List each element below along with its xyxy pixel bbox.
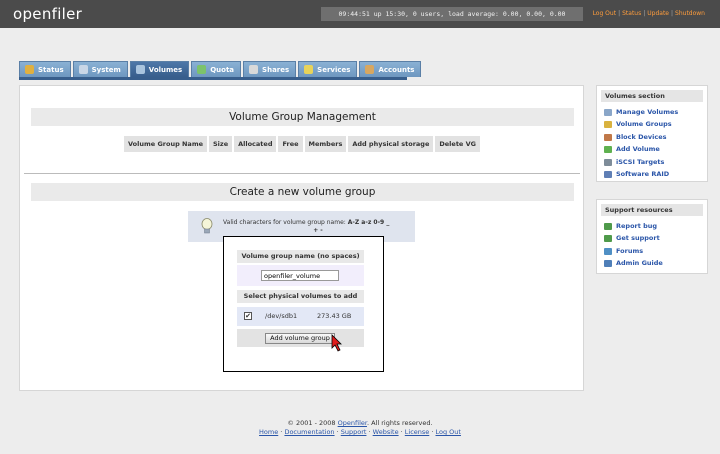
volumes-section-box: Volumes section Manage Volumes Volume Gr… xyxy=(596,85,708,182)
pv-device: /dev/sdb1 xyxy=(265,312,298,320)
footer-links: Home · Documentation · Support · Website… xyxy=(259,428,461,436)
update-link[interactable]: Update xyxy=(647,10,669,17)
system-status-text: 09:44:51 up 15:30, 0 users, load average… xyxy=(321,7,583,21)
accounts-icon xyxy=(365,65,375,74)
tab-system[interactable]: System xyxy=(72,61,128,77)
create-vg-title: Create a new volume group xyxy=(31,183,574,201)
volume-groups-icon xyxy=(604,121,612,129)
iscsi-targets-icon xyxy=(604,158,612,166)
top-links: Log Out | Status | Update | Shutdown xyxy=(592,10,705,17)
footer-logout-link[interactable]: Log Out xyxy=(436,428,461,436)
add-volume-group-button[interactable]: Add volume group xyxy=(265,333,335,344)
footer: © 2001 - 2008 Openfiler. All rights rese… xyxy=(0,419,720,437)
pv-row: ✔ /dev/sdb1 273.43 GB xyxy=(237,307,364,326)
col-delete-vg: Delete VG xyxy=(435,136,480,152)
shares-icon xyxy=(249,65,259,74)
add-volume-icon xyxy=(604,146,612,154)
footer-website-link[interactable]: Website xyxy=(373,428,399,436)
sidebar-item-manage-volumes[interactable]: Manage Volumes xyxy=(597,106,707,118)
vg-table-header: Volume Group Name Size Allocated Free Me… xyxy=(124,136,480,152)
col-vg-name: Volume Group Name xyxy=(124,136,207,152)
volumes-icon xyxy=(135,65,145,74)
sidebar-item-volume-groups[interactable]: Volume Groups xyxy=(597,118,707,130)
sidebar-item-block-devices[interactable]: Block Devices xyxy=(597,131,707,143)
support-resources-title: Support resources xyxy=(601,204,703,216)
vgm-title: Volume Group Management xyxy=(31,108,574,126)
col-free: Free xyxy=(278,136,303,152)
footer-documentation-link[interactable]: Documentation xyxy=(284,428,334,436)
top-header: openfiler 09:44:51 up 15:30, 0 users, lo… xyxy=(0,0,720,28)
vg-name-input[interactable] xyxy=(261,270,339,281)
get-support-icon xyxy=(604,235,612,243)
main-tabs: Status System Volumes Quota Shares Servi… xyxy=(19,61,422,77)
shutdown-link[interactable]: Shutdown xyxy=(675,10,705,17)
col-members: Members xyxy=(304,136,347,152)
copyright: © 2001 - 2008 Openfiler. All rights rese… xyxy=(287,419,433,427)
pv-select-label: Select physical volumes to add xyxy=(237,290,364,303)
tab-accounts[interactable]: Accounts xyxy=(359,61,422,77)
tab-quota[interactable]: Quota xyxy=(191,61,242,77)
col-allocated: Allocated xyxy=(234,136,277,152)
lightbulb-icon xyxy=(201,218,213,234)
sidebar-item-forums[interactable]: Forums xyxy=(597,245,707,257)
vg-name-label: Volume group name (no spaces) xyxy=(237,250,364,263)
sidebar-item-add-volume[interactable]: Add Volume xyxy=(597,143,707,155)
quota-icon xyxy=(197,65,207,74)
volumes-section-title: Volumes section xyxy=(601,90,703,102)
tab-services[interactable]: Services xyxy=(298,61,358,77)
sidebar-item-iscsi-targets[interactable]: iSCSI Targets xyxy=(597,156,707,168)
pv-size: 273.43 GB xyxy=(317,312,352,320)
tab-status[interactable]: Status xyxy=(19,61,71,77)
mouse-pointer-icon xyxy=(331,334,342,352)
openfiler-link[interactable]: Openfiler xyxy=(338,419,367,427)
tab-volumes[interactable]: Volumes xyxy=(129,61,190,77)
manage-volumes-icon xyxy=(604,109,612,116)
logout-link[interactable]: Log Out xyxy=(593,10,617,17)
openfiler-logo: openfiler xyxy=(13,5,83,23)
section-divider xyxy=(24,173,580,174)
create-vg-form: Volume group name (no spaces) Select phy… xyxy=(223,236,384,372)
sidebar-item-admin-guide[interactable]: Admin Guide xyxy=(597,257,707,269)
main-panel: Volume Group Management Volume Group Nam… xyxy=(19,85,584,391)
system-icon xyxy=(78,65,88,74)
footer-license-link[interactable]: License xyxy=(405,428,430,436)
status-icon xyxy=(25,65,34,74)
footer-support-link[interactable]: Support xyxy=(341,428,367,436)
forums-icon xyxy=(604,247,612,255)
tab-underline xyxy=(19,77,407,80)
sidebar-item-report-bug[interactable]: Report bug xyxy=(597,220,707,232)
footer-home-link[interactable]: Home xyxy=(259,428,278,436)
support-resources-box: Support resources Report bug Get support… xyxy=(596,199,708,274)
admin-guide-icon xyxy=(604,260,612,268)
sidebar-item-get-support[interactable]: Get support xyxy=(597,232,707,244)
pv-checkbox[interactable]: ✔ xyxy=(244,312,252,320)
status-link[interactable]: Status xyxy=(622,10,641,17)
tab-shares[interactable]: Shares xyxy=(243,61,297,77)
software-raid-icon xyxy=(604,170,612,178)
sidebar-item-software-raid[interactable]: Software RAID xyxy=(597,168,707,180)
col-size: Size xyxy=(209,136,233,152)
report-bug-icon xyxy=(604,223,612,230)
block-devices-icon xyxy=(604,133,612,141)
col-add-storage: Add physical storage xyxy=(348,136,434,152)
services-icon xyxy=(304,65,314,74)
